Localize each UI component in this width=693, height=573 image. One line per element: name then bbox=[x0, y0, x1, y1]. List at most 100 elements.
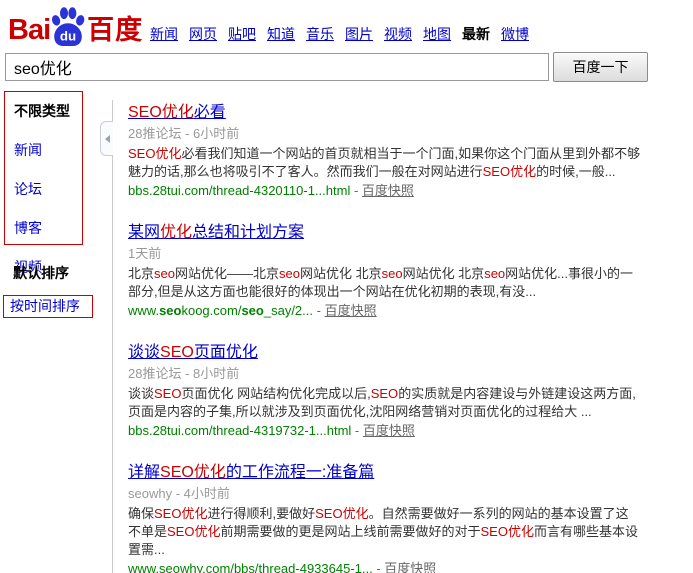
result-meta: 28推论坛 - 8小时前 bbox=[128, 366, 688, 381]
text-segment: 不单是 bbox=[128, 524, 167, 539]
text-segment: seo bbox=[159, 303, 181, 318]
type-filter-item[interactable]: 论坛 bbox=[14, 179, 82, 199]
text-segment: 必看我们知道一个网站的首页就相当于一个门面,如果你这个门面从里到外都不够 bbox=[181, 146, 640, 161]
result-url-line: www.seokoog.com/seo_say/2... - 百度快照 bbox=[128, 303, 688, 319]
keyword-highlight: 优化 bbox=[160, 224, 192, 241]
keyword-highlight: seo bbox=[382, 266, 403, 281]
result-description-line: SEO优化必看我们知道一个网站的首页就相当于一个门面,如果你这个门面从里到外都不… bbox=[128, 145, 688, 163]
nav-link-6[interactable]: 图片 bbox=[345, 24, 373, 44]
text-segment: bbs.28tui.com/thread-4319732-1...html bbox=[128, 423, 351, 438]
text-segment: 魅力的话,那么也将吸引不了客人。然而我们一般在对网站进行 bbox=[128, 164, 483, 179]
result-url: bbs.28tui.com/thread-4320110-1...html bbox=[128, 183, 350, 198]
result-meta: seowhy - 4小时前 bbox=[128, 486, 688, 501]
search-input[interactable] bbox=[5, 53, 549, 81]
nav-link-3[interactable]: 贴吧 bbox=[228, 24, 256, 44]
snapshot-link[interactable]: 百度快照 bbox=[325, 303, 377, 318]
text-segment: 页面优化 网站结构优化完成以后, bbox=[181, 386, 370, 401]
result-description-line: 不单是SEO优化前期需要做的更是网站上线前需要做好的对于SEO优化而言有哪些基本… bbox=[128, 523, 688, 541]
text-segment: 页面优化 bbox=[194, 344, 258, 361]
logo-bai-text: Bai bbox=[8, 10, 50, 50]
search-result: SEO优化必看28推论坛 - 6小时前SEO优化必看我们知道一个网站的首页就相当… bbox=[128, 103, 688, 199]
keyword-highlight: SEO优化 bbox=[154, 506, 207, 521]
result-description-line: 页面是内容的子集,所以就涉及到页面优化,沈阳网络营销对页面优化的过程给大 ... bbox=[128, 403, 688, 421]
nav-link-9-active[interactable]: 最新 bbox=[462, 24, 490, 44]
baidu-news-search-page: Bai du 百度 新闻网页贴吧知道音乐图片视频地图最新微博 百度一下 不限类型… bbox=[0, 0, 693, 573]
nav-link-2[interactable]: 网页 bbox=[189, 24, 217, 44]
result-description-line: 谈谈SEO页面优化 网站结构优化完成以后,SEO的实质就是内容建设与外链建设这两… bbox=[128, 385, 688, 403]
text-segment: 前期需要做的更是网站上线前需要做好的对于 bbox=[220, 524, 480, 539]
keyword-highlight: SEO优化 bbox=[483, 164, 536, 179]
text-segment: 北京 bbox=[128, 266, 154, 281]
nav-link-1[interactable]: 新闻 bbox=[150, 24, 178, 44]
snapshot-link[interactable]: 百度快照 bbox=[384, 561, 436, 573]
keyword-highlight: SEO优化 bbox=[481, 524, 534, 539]
keyword-highlight: SEO bbox=[154, 386, 181, 401]
snapshot-link[interactable]: 百度快照 bbox=[362, 183, 414, 198]
sort-by-time-link[interactable]: 按时间排序 bbox=[4, 296, 92, 317]
baidu-logo[interactable]: Bai du 百度 bbox=[8, 4, 143, 50]
result-url-line: bbs.28tui.com/thread-4319732-1...html - … bbox=[128, 423, 688, 439]
search-result: 详解SEO优化的工作流程一:准备篇seowhy - 4小时前确保SEO优化进行得… bbox=[128, 463, 688, 573]
result-title: 详解SEO优化的工作流程一:准备篇 bbox=[128, 463, 688, 482]
text-segment: www.seowhy.com/bbs/thread-4933645-1... bbox=[128, 561, 373, 573]
type-filter-box: 不限类型 新闻论坛博客视频 bbox=[4, 91, 83, 245]
nav-link-5[interactable]: 音乐 bbox=[306, 24, 334, 44]
text-segment: 而言有哪些基本设 bbox=[534, 524, 638, 539]
result-description: 确保SEO优化进行得顺利,要做好SEO优化。自然需要做好一系列的网站的基本设置了… bbox=[128, 505, 688, 559]
keyword-highlight: SEO优化 bbox=[167, 524, 220, 539]
search-button[interactable]: 百度一下 bbox=[553, 52, 648, 82]
text-segment: 的时候,一般... bbox=[536, 164, 615, 179]
text-segment: 总结和计划方案 bbox=[192, 224, 304, 241]
nav-link-7[interactable]: 视频 bbox=[384, 24, 412, 44]
result-description: 谈谈SEO页面优化 网站结构优化完成以后,SEO的实质就是内容建设与外链建设这两… bbox=[128, 385, 688, 421]
result-description-line: 部分,但是从这方面也能很好的体现出一个网站在优化初期的表现,有没... bbox=[128, 283, 688, 301]
type-filter-header: 不限类型 bbox=[14, 101, 82, 121]
result-title-link[interactable]: 某网优化总结和计划方案 bbox=[128, 224, 304, 241]
keyword-highlight: SEO bbox=[371, 386, 398, 401]
text-segment: 必看 bbox=[194, 104, 226, 121]
url-separator: - bbox=[350, 183, 362, 198]
result-description: 北京seo网站优化——北京seo网站优化 北京seo网站优化 北京seo网站优化… bbox=[128, 265, 688, 301]
text-segment: _say/2... bbox=[264, 303, 313, 318]
search-result: 某网优化总结和计划方案1天前北京seo网站优化——北京seo网站优化 北京seo… bbox=[128, 223, 688, 319]
nav-link-4[interactable]: 知道 bbox=[267, 24, 295, 44]
keyword-highlight: SEO优化 bbox=[128, 104, 194, 121]
text-segment: 网站优化——北京 bbox=[175, 266, 279, 281]
text-segment: 置需... bbox=[128, 542, 165, 557]
result-title: 某网优化总结和计划方案 bbox=[128, 223, 688, 242]
text-segment: www. bbox=[128, 303, 159, 318]
text-segment: bbs.28tui.com/thread-4320110-1...html bbox=[128, 183, 350, 198]
result-title: SEO优化必看 bbox=[128, 103, 688, 122]
text-segment: 网站优化 北京 bbox=[300, 266, 382, 281]
snapshot-link[interactable]: 百度快照 bbox=[363, 423, 415, 438]
type-filter-item[interactable]: 博客 bbox=[14, 218, 82, 238]
collapse-arrow-icon bbox=[105, 135, 110, 143]
url-separator: - bbox=[313, 303, 325, 318]
nav-link-8[interactable]: 地图 bbox=[423, 24, 451, 44]
nav-link-10[interactable]: 微博 bbox=[501, 24, 529, 44]
keyword-highlight: SEO bbox=[160, 344, 194, 361]
top-nav: 新闻网页贴吧知道音乐图片视频地图最新微博 bbox=[150, 24, 529, 44]
result-url-line: bbs.28tui.com/thread-4320110-1...html - … bbox=[128, 183, 688, 199]
sort-header: 默认排序 bbox=[13, 263, 69, 283]
result-title-link[interactable]: 详解SEO优化的工作流程一:准备篇 bbox=[128, 464, 374, 481]
keyword-highlight: SEO优化 bbox=[315, 506, 368, 521]
text-segment: 确保 bbox=[128, 506, 154, 521]
logo-cn-text: 百度 bbox=[87, 10, 143, 50]
text-segment: 进行得顺利,要做好 bbox=[207, 506, 315, 521]
result-title-link[interactable]: 谈谈SEO页面优化 bbox=[128, 344, 258, 361]
text-segment: 的工作流程一:准备篇 bbox=[226, 464, 374, 481]
url-separator: - bbox=[351, 423, 363, 438]
text-segment: 谈谈 bbox=[128, 344, 160, 361]
result-description: SEO优化 必看我们知道一个网站的首页就相当于一个门面,如果你这个门面从里到外都不… bbox=[128, 145, 688, 181]
type-filter-item[interactable]: 新闻 bbox=[14, 140, 82, 160]
result-title-link[interactable]: SEO优化必看 bbox=[128, 104, 226, 121]
text-segment: 谈谈 bbox=[128, 386, 154, 401]
text-segment: 页面是内容的子集,所以就涉及到页面优化,沈阳网络营销对页面优化的过程给大 ... bbox=[128, 404, 592, 419]
text-segment: 网站优化 北京 bbox=[403, 266, 485, 281]
text-segment: 。自然需要做好一系列的网站的基本设置了这 bbox=[369, 506, 629, 521]
sidebar-collapse-button[interactable] bbox=[100, 121, 113, 156]
result-meta: 28推论坛 - 6小时前 bbox=[128, 126, 688, 141]
text-segment: seo bbox=[241, 303, 263, 318]
result-description-line: 魅力的话,那么也将吸引不了客人。然而我们一般在对网站进行SEO优化的时候,一般.… bbox=[128, 163, 688, 181]
